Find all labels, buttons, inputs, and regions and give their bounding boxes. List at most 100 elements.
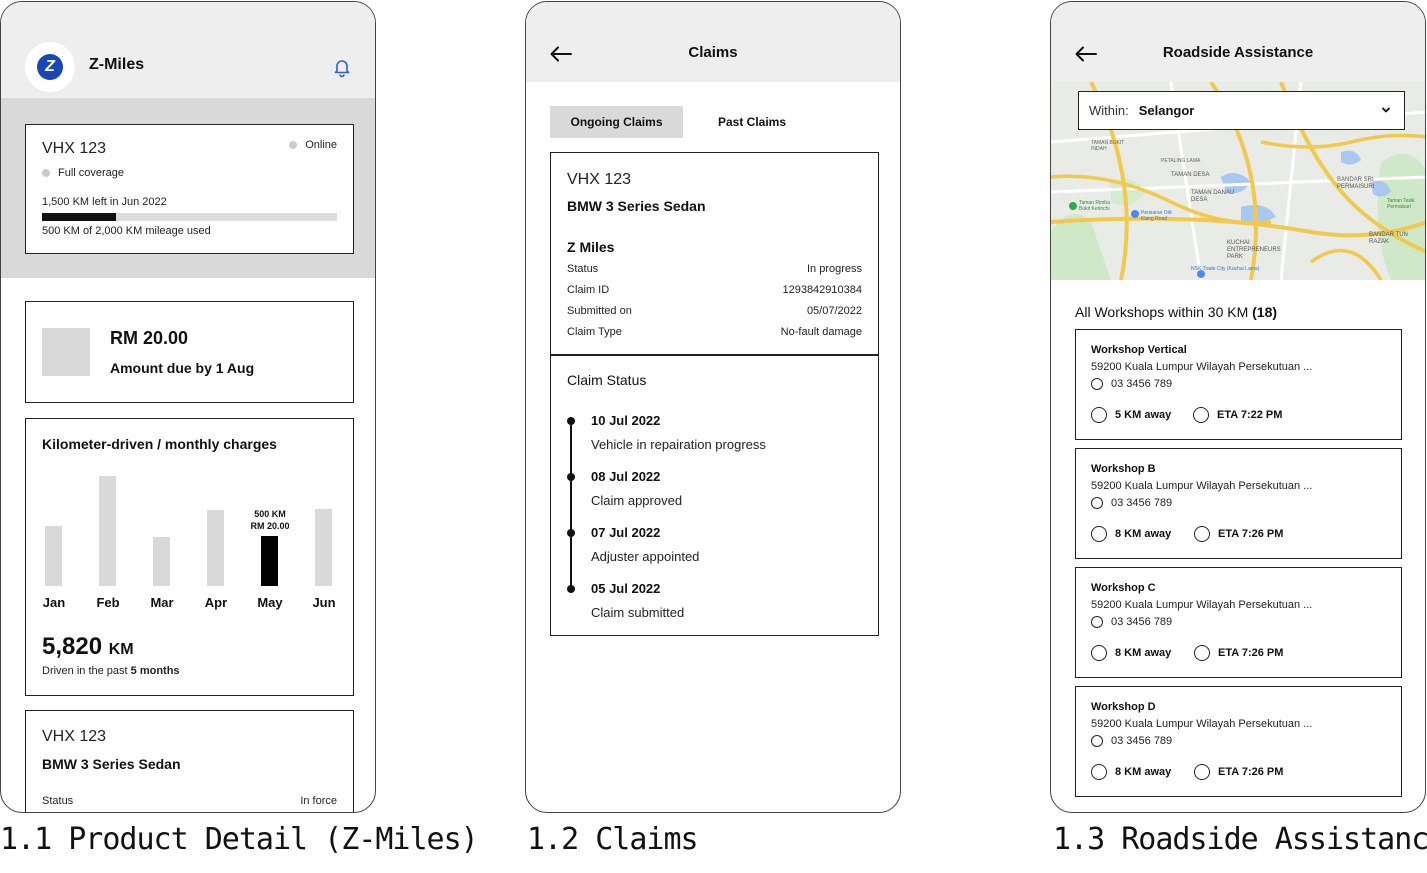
detail-label: Claim Type [567, 326, 622, 338]
coverage-dot-icon [42, 169, 50, 178]
workshop-card[interactable]: Workshop Vertical 59200 Kuala Lumpur Wil… [1075, 329, 1402, 440]
map-label: KUCHAI ENTREPRENEURS PARK [1227, 240, 1281, 260]
timeline-date: 08 Jul 2022 [591, 469, 661, 484]
timeline-dot [567, 473, 575, 481]
workshop-card[interactable]: Workshop D 59200 Kuala Lumpur Wilayah Pe… [1075, 686, 1402, 797]
phone-icon [1091, 378, 1103, 390]
chart-bar-feb[interactable] [99, 476, 116, 586]
payment-card[interactable]: RM 20.00 Amount due by 1 Aug [25, 301, 354, 403]
mileage-progress-fill [42, 213, 116, 221]
mileage-used: 500 KM of 2,000 KM mileage used [42, 225, 211, 237]
workshop-name: Workshop Vertical [1091, 344, 1187, 356]
roadside-title: Roadside Assistance [1162, 44, 1314, 61]
timeline-dot [567, 529, 575, 537]
workshop-eta: ETA 7:22 PM [1193, 407, 1282, 423]
claim-model: BMW 3 Series Sedan [567, 198, 706, 214]
workshop-eta-text: ETA 7:26 PM [1218, 766, 1284, 778]
month-label: Apr [204, 595, 228, 610]
app-title: Z-Miles [89, 56, 145, 73]
workshop-phone: 03 3456 789 [1091, 735, 1172, 747]
timeline-line [570, 421, 572, 589]
caption-roadside-assistance: 1.3 Roadside Assistance [1053, 822, 1427, 857]
workshop-list-title-text: All Workshops within 30 KM [1075, 304, 1253, 320]
section-divider [551, 354, 878, 356]
map-label: TAMAN DESA [1171, 172, 1210, 178]
timeline-text: Vehicle in repairation progress [591, 437, 766, 452]
within-label: Within: [1089, 103, 1129, 118]
workshop-phone-number: 03 3456 789 [1111, 497, 1173, 509]
region-select[interactable]: Within: Selangor [1078, 91, 1405, 130]
workshop-distance: 8 KM away [1091, 645, 1171, 661]
month-label: Jun [312, 595, 336, 610]
workshop-distance-text: 8 KM away [1115, 647, 1172, 659]
workshop-phone-number: 03 3456 789 [1111, 616, 1173, 628]
timeline-date: 07 Jul 2022 [591, 525, 661, 540]
phone-icon [1091, 497, 1103, 509]
distance-icon [1091, 526, 1107, 542]
coverage-label: Full coverage [58, 167, 125, 179]
claim-status-title: Claim Status [567, 372, 647, 388]
caption-product-detail: 1.1 Product Detail (Z-Miles) [0, 822, 479, 857]
distance-icon [1091, 645, 1107, 661]
total-km-value: 5,820 [42, 633, 103, 660]
online-status-label: Online [305, 139, 337, 151]
workshop-address: 59200 Kuala Lumpur Wilayah Persekutuan .… [1091, 599, 1313, 611]
map-label: Taman Tasik Permaisuri [1387, 198, 1415, 210]
detail-value: No-fault damage [780, 326, 862, 338]
distance-icon [1091, 764, 1107, 780]
workshop-phone: 03 3456 789 [1091, 616, 1172, 628]
eta-icon [1194, 764, 1210, 780]
total-subtitle-prefix: Driven in the past [42, 665, 131, 677]
phone-icon [1091, 735, 1103, 747]
payment-image-placeholder [42, 328, 90, 376]
chevron-down-icon [1380, 104, 1392, 119]
distance-icon [1091, 407, 1107, 423]
month-label: Jan [42, 595, 66, 610]
detail-value: 1293842910384 [782, 284, 862, 296]
total-km-unit: KM [108, 641, 134, 658]
chart-bar-jun[interactable] [315, 509, 332, 586]
claims-header [526, 2, 900, 82]
timeline-dot [567, 417, 575, 425]
vehicle-card[interactable]: VHX 123 Online Full coverage 1,500 KM le… [25, 124, 354, 254]
policy-status-value: In force [300, 795, 337, 807]
map-label: NSK Trade City (Kuchai Lama) [1191, 266, 1260, 272]
workshop-eta-text: ETA 7:22 PM [1217, 409, 1283, 421]
eta-icon [1194, 526, 1210, 542]
chart-bar-jan[interactable] [45, 526, 62, 586]
workshop-distance: 8 KM away [1091, 764, 1171, 780]
month-label: Mar [150, 595, 174, 610]
map-label: Persiaran Old Klang Road [1141, 210, 1172, 222]
payment-amount: RM 20.00 [110, 328, 189, 348]
tab-ongoing-claims[interactable]: Ongoing Claims [550, 106, 683, 138]
detail-claim-type: Claim Type No-fault damage [567, 326, 862, 338]
timeline-dot [567, 585, 575, 593]
chart-title: Kilometer-driven / monthly charges [42, 436, 277, 452]
logo-letter: Z [37, 54, 63, 80]
vehicle-plate: VHX 123 [42, 140, 107, 157]
coverage: Full coverage [42, 167, 124, 179]
policy-card[interactable]: VHX 123 BMW 3 Series Sedan Status In for… [25, 710, 354, 812]
tab-past-claims[interactable]: Past Claims [696, 106, 808, 138]
claims-title: Claims [688, 44, 738, 61]
phone-claims: Claims Ongoing Claims Past Claims VHX 12… [525, 1, 901, 813]
detail-label: Claim ID [567, 284, 610, 296]
workshop-eta: ETA 7:26 PM [1194, 645, 1283, 661]
total-subtitle: Driven in the past 5 months [42, 665, 180, 677]
workshop-name: Workshop B [1091, 463, 1156, 475]
map-label: BANDAR TUN RAZAK [1369, 232, 1408, 245]
workshop-card[interactable]: Workshop B 59200 Kuala Lumpur Wilayah Pe… [1075, 448, 1402, 559]
month-label: Feb [96, 595, 120, 610]
workshop-phone-number: 03 3456 789 [1111, 735, 1173, 747]
workshop-card[interactable]: Workshop C 59200 Kuala Lumpur Wilayah Pe… [1075, 567, 1402, 678]
workshop-distance-text: 8 KM away [1115, 766, 1172, 778]
phone-icon [1091, 616, 1103, 628]
chart-bar-mar[interactable] [153, 537, 170, 586]
chart-bar-may[interactable] [261, 536, 278, 586]
chart-bar-apr[interactable] [207, 510, 224, 586]
workshop-phone-number: 03 3456 789 [1111, 378, 1173, 390]
map-label: Taman Rimba Bukit Kerinchi [1079, 200, 1110, 212]
notification-bell-icon[interactable] [332, 57, 352, 82]
map-label: TAMAN BUKIT INDAH [1091, 140, 1125, 152]
workshop-eta-text: ETA 7:26 PM [1218, 528, 1284, 540]
